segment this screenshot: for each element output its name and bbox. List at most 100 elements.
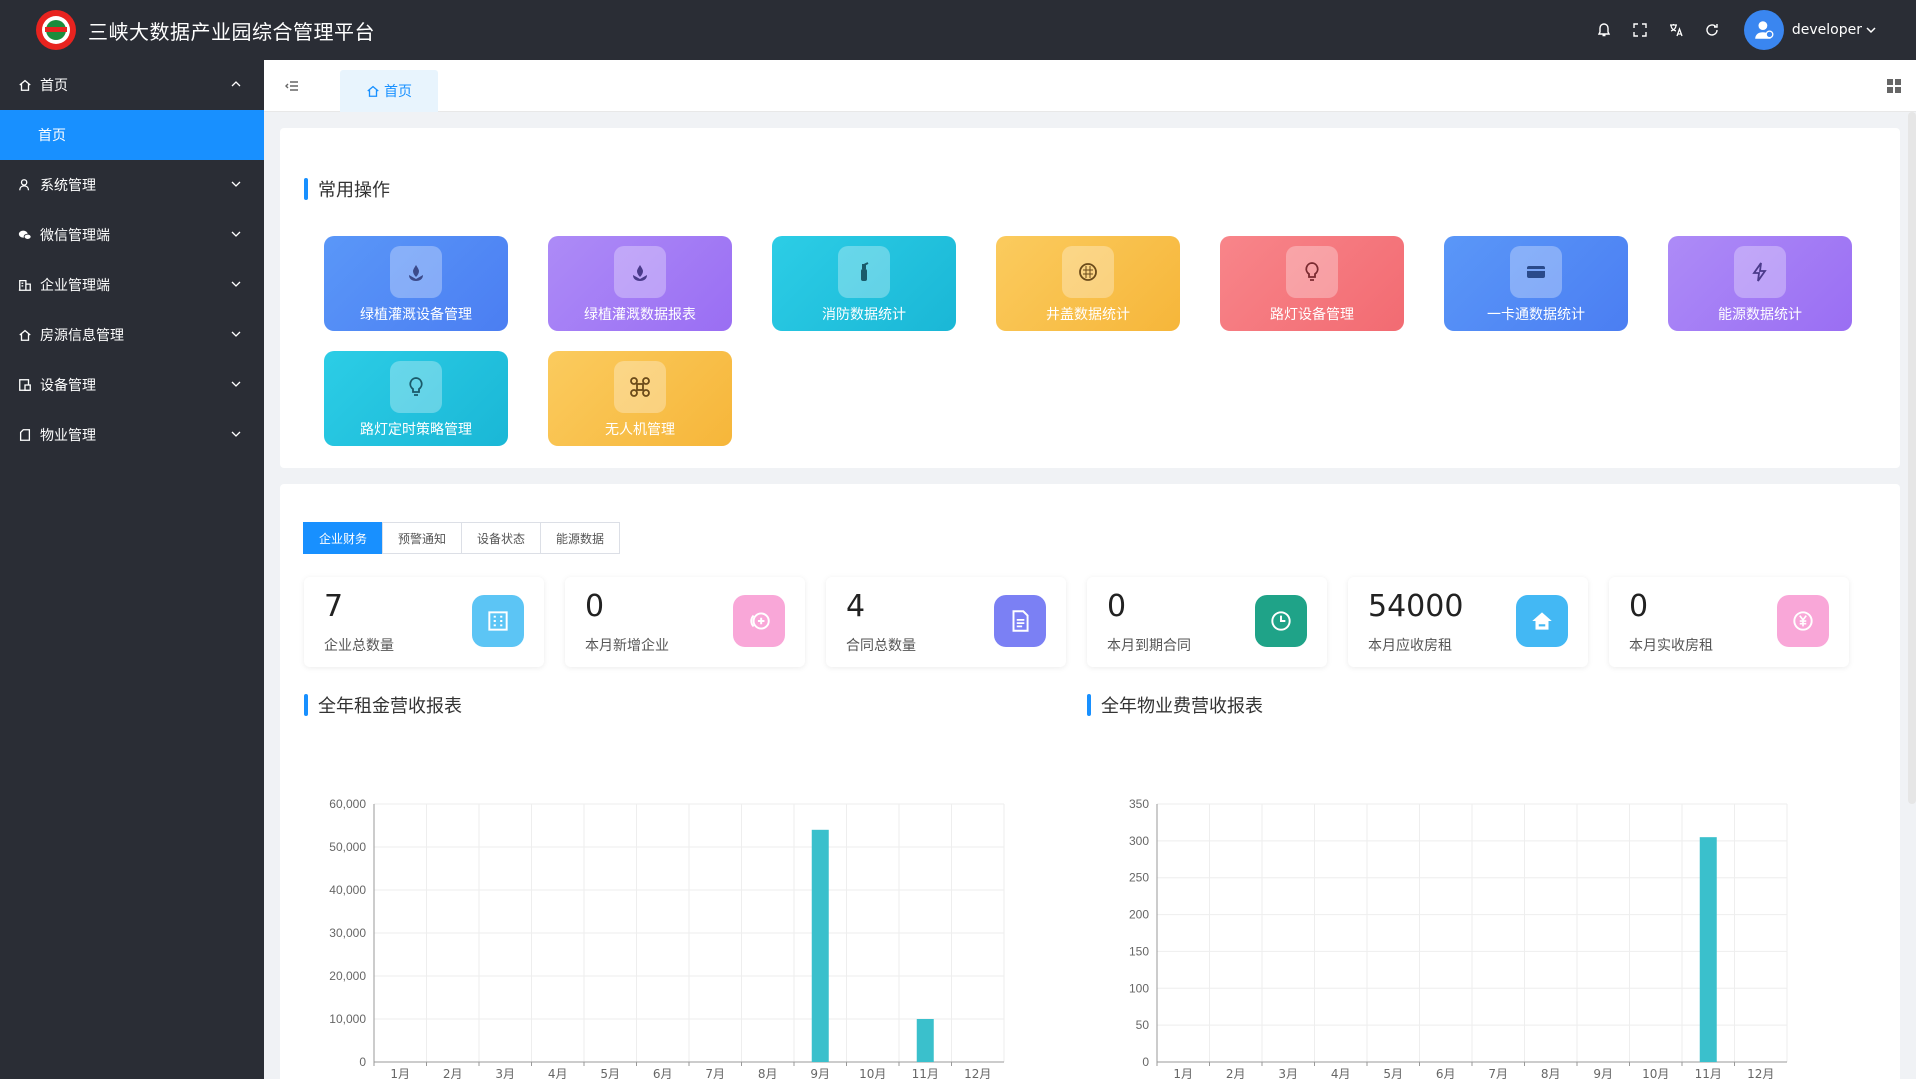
tile-streetlight-schedule[interactable]: 路灯定时策略管理 [324, 351, 508, 446]
sidebar-item-house[interactable]: 房源信息管理 [0, 310, 264, 360]
drone-icon [614, 361, 666, 413]
sidebar-item-system[interactable]: 系统管理 [0, 160, 264, 210]
x-tick-label: 5月 [1383, 1067, 1403, 1079]
tab-warning[interactable]: 预警通知 [382, 522, 463, 554]
y-tick-label: 30,000 [329, 926, 366, 940]
extinguisher-icon [838, 246, 890, 298]
property-fee-chart: 0 50 100 150 200 250 300 350 1月 2月 3月 4月 5月 6月 7月 8月 9月 1… [1129, 797, 1788, 1079]
tile-label: 消防数据统计 [822, 307, 906, 323]
tile-label: 绿植灌溉数据报表 [584, 307, 696, 323]
x-tick-label: 11月 [912, 1067, 939, 1079]
scrollbar[interactable] [1908, 112, 1916, 804]
add-coin-icon [733, 595, 785, 647]
tile-drone[interactable]: 无人机管理 [548, 351, 732, 446]
y-tick-label: 200 [1129, 908, 1149, 922]
x-tick-label: 11月 [1695, 1067, 1722, 1079]
collapse-menu-icon[interactable] [284, 78, 300, 94]
x-tick-label: 4月 [548, 1067, 568, 1079]
home-icon [18, 77, 34, 93]
chevron-up-icon [231, 81, 241, 87]
stat-contract-total: 4 合同总数量 [826, 577, 1066, 667]
bell-icon[interactable] [1596, 22, 1612, 38]
x-tick-label: 9月 [810, 1067, 830, 1079]
tab-label: 首页 [384, 84, 412, 100]
chevron-down-icon [231, 381, 241, 387]
bulb-icon [1286, 246, 1338, 298]
card-icon [1510, 246, 1562, 298]
refresh-icon[interactable] [1704, 22, 1720, 38]
tile-fire-stats[interactable]: 消防数据统计 [772, 236, 956, 331]
rent-revenue-chart: 0 10,000 20,000 30,000 40,000 50,000 60,000 1月 2… [329, 797, 1005, 1079]
y-tick-label: 150 [1129, 944, 1149, 958]
common-ops-title: 常用操作 [304, 176, 390, 202]
enterprise-icon [18, 277, 34, 293]
stat-rent-receivable: 54000 本月应收房租 [1348, 577, 1588, 667]
y-tick-label: 100 [1129, 981, 1149, 995]
sidebar-subitem-home[interactable]: 首页 [0, 110, 264, 160]
x-tick-label: 2月 [443, 1067, 463, 1079]
tile-streetlight-device[interactable]: 路灯设备管理 [1220, 236, 1404, 331]
y-tick-label: 40,000 [329, 883, 366, 897]
stat-label: 本月应收房租 [1368, 638, 1452, 654]
x-tick-label: 8月 [1541, 1067, 1561, 1079]
stat-label: 本月到期合同 [1107, 638, 1191, 654]
stat-value: 4 [846, 589, 866, 624]
sidebar-item-label: 设备管理 [40, 378, 96, 394]
stat-tabs: 企业财务 预警通知 设备状态 能源数据 [303, 522, 621, 554]
stat-label: 企业总数量 [324, 638, 394, 654]
tab-energy[interactable]: 能源数据 [540, 522, 621, 554]
user-icon [18, 177, 34, 193]
chevron-down-icon [1866, 27, 1876, 34]
bar [811, 829, 829, 1062]
chevron-down-icon [231, 331, 241, 337]
stat-expiring-contracts: 0 本月到期合同 [1087, 577, 1327, 667]
x-tick-label: 6月 [1436, 1067, 1456, 1079]
x-tick-label: 1月 [390, 1067, 410, 1079]
stat-value: 54000 [1368, 589, 1464, 624]
bar [1699, 837, 1717, 1062]
chevron-down-icon [231, 181, 241, 187]
tab-device-status[interactable]: 设备状态 [461, 522, 542, 554]
clock-icon [1255, 595, 1307, 647]
x-tick-label: 1月 [1173, 1067, 1193, 1079]
sidebar-item-property[interactable]: 物业管理 [0, 410, 264, 460]
avatar[interactable] [1743, 10, 1784, 50]
tab-finance[interactable]: 企业财务 [303, 522, 384, 554]
x-tick-label: 8月 [758, 1067, 778, 1079]
x-tick-label: 2月 [1226, 1067, 1246, 1079]
sidebar-item-home[interactable]: 首页 [0, 60, 264, 110]
y-tick-label: 300 [1129, 834, 1149, 848]
translate-icon[interactable] [1668, 22, 1684, 38]
fullscreen-icon[interactable] [1632, 22, 1648, 38]
sidebar-item-wechat[interactable]: 微信管理端 [0, 210, 264, 260]
plant-icon [614, 246, 666, 298]
stat-value: 0 [585, 589, 605, 624]
tile-card-stats[interactable]: 一卡通数据统计 [1444, 236, 1628, 331]
rent-chart-title: 全年租金营收报表 [304, 692, 462, 718]
tile-label: 能源数据统计 [1718, 307, 1802, 323]
stat-value: 7 [324, 589, 344, 624]
tab-home[interactable]: 首页 [340, 70, 438, 112]
x-tick-label: 10月 [1642, 1067, 1669, 1079]
sidebar-item-device[interactable]: 设备管理 [0, 360, 264, 410]
stat-label: 本月新增企业 [585, 638, 669, 654]
x-tick-label: 7月 [705, 1067, 725, 1079]
user-menu[interactable]: developer [1792, 22, 1876, 38]
user-name: developer [1791, 22, 1862, 38]
y-tick-label: 60,000 [329, 797, 366, 811]
tile-plant-device[interactable]: 绿植灌溉设备管理 [324, 236, 508, 331]
y-tick-label: 0 [359, 1055, 366, 1069]
tile-manhole-stats[interactable]: 井盖数据统计 [996, 236, 1180, 331]
sidebar-item-label: 系统管理 [40, 178, 96, 194]
y-tick-label: 350 [1129, 797, 1149, 811]
tile-plant-report[interactable]: 绿植灌溉数据报表 [548, 236, 732, 331]
tile-energy-stats[interactable]: 能源数据统计 [1668, 236, 1852, 331]
x-tick-label: 4月 [1331, 1067, 1351, 1079]
sidebar-item-enterprise[interactable]: 企业管理端 [0, 260, 264, 310]
app-title: 三峡大数据产业园综合管理平台 [88, 19, 375, 44]
sidebar-item-label: 企业管理端 [40, 278, 110, 294]
chart-title-text: 全年租金营收报表 [318, 696, 462, 717]
sidebar-item-label: 首页 [40, 78, 68, 94]
header-actions: developer [1596, 0, 1876, 60]
grid-menu-icon[interactable] [1886, 78, 1902, 94]
